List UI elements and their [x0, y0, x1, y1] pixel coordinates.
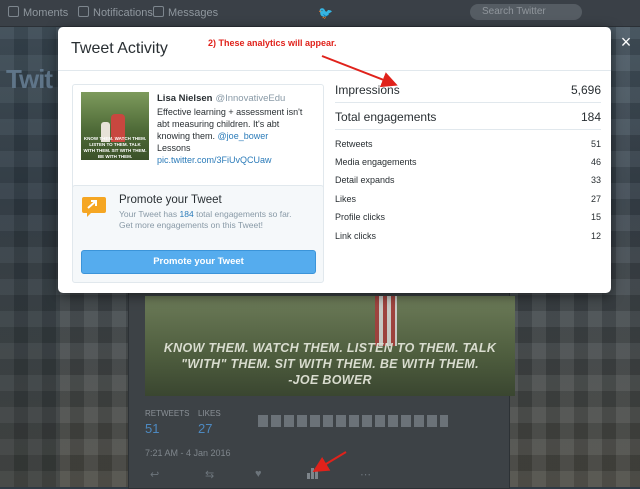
retweet-icon[interactable]: ⇆ [205, 468, 214, 481]
modal-divider [58, 70, 611, 71]
author-handle[interactable]: @InnovativeEdu [215, 93, 285, 104]
top-nav-bar: Moments Notifications Messages 🐦 Search … [0, 0, 640, 27]
analytics-icon[interactable] [307, 467, 319, 479]
metric-profile-clicks: Profile clicks 15 [335, 212, 601, 222]
metric-detail-expands: Detail expands 33 [335, 175, 601, 185]
promote-panel: Promote your Tweet Your Tweet has 184 to… [72, 185, 324, 283]
background-side-panel [0, 26, 60, 487]
heart-icon[interactable]: ♥ [255, 468, 262, 480]
close-icon[interactable]: × [617, 33, 635, 51]
promote-title: Promote your Tweet [119, 194, 222, 206]
nav-notifications[interactable]: Notifications [78, 6, 153, 19]
twitter-bird-icon[interactable]: 🐦 [318, 6, 333, 20]
modal-title: Tweet Activity [71, 40, 168, 57]
background-stat-value[interactable]: 27 [198, 421, 212, 436]
tweet-text: Effective learning + assessment isn't ab… [157, 107, 303, 165]
tweet-activity-modal: Tweet Activity KNOW THEM. WATCH THEM. LI… [58, 27, 611, 293]
metric-link-clicks: Link clicks 12 [335, 231, 601, 241]
metric-media-engagements: Media engagements 46 [335, 157, 601, 167]
background-timestamp: 7:21 AM - 4 Jan 2016 [145, 448, 231, 458]
background-stat-label: LIKES [198, 409, 221, 418]
search-input[interactable]: Search Twitter [470, 4, 582, 20]
metric-retweets: Retweets 51 [335, 139, 601, 149]
metric-likes: Likes 27 [335, 194, 601, 204]
tweet-author: Lisa Nielsen @InnovativeEdu [157, 93, 285, 104]
promote-description: Your Tweet has 184 total engagements so … [119, 209, 292, 230]
more-icon[interactable]: ⋯ [360, 468, 371, 481]
metric-divider [335, 129, 601, 130]
nav-messages[interactable]: Messages [153, 6, 218, 19]
bell-icon [78, 6, 89, 17]
author-name[interactable]: Lisa Nielsen [157, 93, 212, 104]
mention-link[interactable]: @joe_bower [218, 131, 269, 141]
metric-divider [335, 102, 601, 103]
promote-tweet-button[interactable]: Promote your Tweet [81, 250, 316, 274]
background-stat-value[interactable]: 51 [145, 421, 159, 436]
background-quote: KNOW THEM. WATCH THEM. LISTEN TO THEM. T… [163, 341, 497, 387]
moments-icon [8, 6, 19, 17]
tweet-thumbnail[interactable]: KNOW THEM. WATCH THEM. LISTEN TO THEM. T… [81, 92, 149, 160]
metric-impressions: Impressions 5,696 [335, 83, 601, 97]
background-brand: Twit [6, 64, 53, 94]
envelope-icon [153, 6, 164, 17]
background-liker-avatars [258, 415, 448, 427]
background-stat-label: RETWEETS [145, 409, 190, 418]
annotation-text: 2) These analytics will appear. [208, 38, 337, 48]
metric-total-engagements: Total engagements 184 [335, 110, 601, 124]
tweet-preview[interactable]: KNOW THEM. WATCH THEM. LISTEN TO THEM. T… [72, 84, 324, 198]
reply-icon[interactable]: ↩ [150, 468, 159, 481]
pic-link[interactable]: pic.twitter.com/3FiUvQCUaw [157, 155, 272, 165]
nav-moments[interactable]: Moments [8, 6, 68, 19]
megaphone-icon [82, 197, 106, 217]
